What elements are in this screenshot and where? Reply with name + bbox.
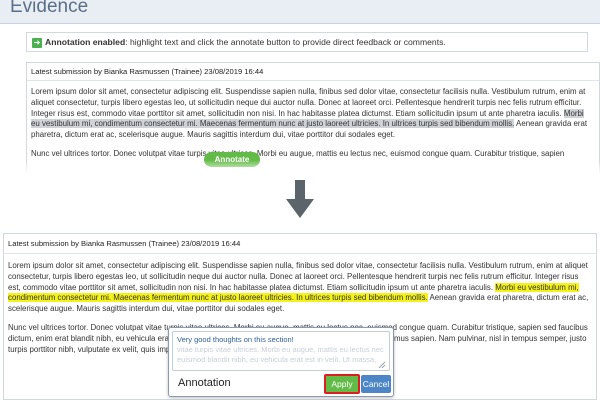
submission-header: Latest submission by Bianka Rasmussen (T… — [4, 234, 596, 254]
comment-text: Very good thoughts on this section! — [177, 335, 294, 344]
arrow-down-icon — [286, 180, 314, 218]
second-paragraph-peek[interactable]: Nunc vel ultrices tortor. Donec volutpat… — [31, 149, 593, 160]
text-before-selection[interactable]: Lorem ipsum dolor sit amet, consectetur … — [31, 87, 585, 118]
before-panel: Evidence ➜ Annotation enabled: highlight … — [0, 0, 600, 174]
annotation-label: Annotation — [178, 377, 231, 389]
annotation-comment-input[interactable]: Very good thoughts on this section! vita… — [172, 331, 390, 371]
info-text: : highlight text and click the annotate … — [125, 37, 446, 47]
annotation-popup: Very good thoughts on this section! vita… — [168, 327, 394, 397]
cancel-button[interactable]: Cancel — [361, 375, 391, 393]
fade-overlay — [0, 160, 600, 174]
evidence-header: Evidence — [0, 0, 600, 24]
annotation-info-box: ➜ Annotation enabled: highlight text and … — [26, 32, 588, 52]
resize-handle-icon[interactable] — [378, 361, 386, 369]
apply-button[interactable]: Apply — [324, 374, 360, 394]
submission-header: Latest submission by Bianka Rasmussen (T… — [27, 63, 599, 81]
background-text: vitae turpis vitae ultrices. Morbi eu au… — [177, 345, 384, 364]
info-strong-text: Annotation enabled — [45, 37, 126, 47]
submission-card-before: Latest submission by Bianka Rasmussen (T… — [26, 62, 600, 174]
evidence-title: Evidence — [10, 0, 89, 17]
submission-body[interactable]: Lorem ipsum dolor sit amet, consectetur … — [27, 81, 599, 160]
arrow-right-square-icon: ➜ — [32, 37, 42, 48]
